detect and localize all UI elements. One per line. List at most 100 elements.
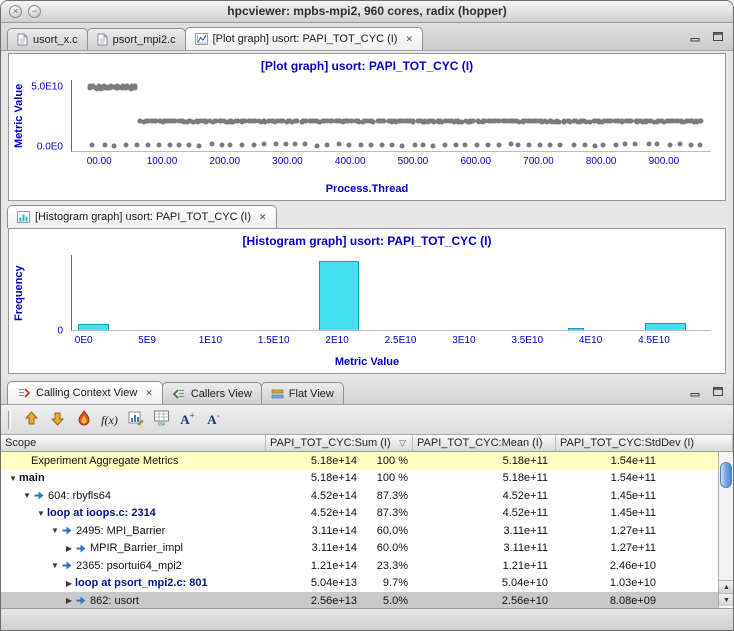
close-tab-button[interactable]: ✕ <box>145 388 153 399</box>
tab-psort-mpi2-c[interactable]: psort_mpi2.c <box>87 28 186 50</box>
scope-cell: ▼2365: psortui64_mpi2 <box>1 560 266 572</box>
column-header-papi-tot-cyc-stddev-i[interactable]: PAPI_TOT_CYC:StdDev (I) <box>556 435 733 451</box>
sum-percent: 100 % <box>365 455 413 467</box>
histogram-plot-area[interactable] <box>71 255 711 331</box>
tab-plot-graph-usort-papi-tot-cyc-i[interactable]: [Plot graph] usort: PAPI_TOT_CYC (I)✕ <box>185 27 423 50</box>
tree-row-main[interactable]: ▼main5.18e+14100 %5.18e+111.54e+11 <box>1 470 718 488</box>
scatter-point <box>443 143 448 148</box>
histogram-bar <box>319 261 360 330</box>
titlebar: × − hpcviewer: mpbs-mpi2, 960 cores, rad… <box>1 1 733 23</box>
scatter-point <box>274 142 279 147</box>
scope-label: 604: rbyfls64 <box>48 490 111 502</box>
zoom-out-button[interactable] <box>46 408 69 431</box>
tree-row-loop-at-ioops-c-2314[interactable]: ▼loop at ioops.c: 23144.52e+1487.3%4.52e… <box>1 505 718 523</box>
mean-value: 1.21e+11 <box>413 560 556 572</box>
tab-histogram-graph[interactable]: [Histogram graph] usort: PAPI_TOT_CYC (I… <box>7 205 277 228</box>
close-tab-button[interactable]: ✕ <box>405 34 413 45</box>
sum-value: 3.11e+14 <box>266 525 365 537</box>
disclosure-expanded-icon[interactable]: ▼ <box>7 474 19 483</box>
sum-value: 5.18e+14 <box>266 455 365 467</box>
tab-callers-view[interactable]: Callers View <box>162 382 262 404</box>
plot-x-ticks: 00.00100.00200.00300.00400.00500.00600.0… <box>71 155 711 168</box>
zoom-in-button[interactable] <box>20 408 43 431</box>
scroll-down-button[interactable]: ▼ <box>719 593 733 606</box>
scatter-plot-area[interactable] <box>71 80 711 152</box>
disclosure-expanded-icon[interactable]: ▼ <box>49 561 61 570</box>
table-header: ScopePAPI_TOT_CYC:Sum (I)▽PAPI_TOT_CYC:M… <box>1 435 733 452</box>
disclosure-collapsed-icon[interactable]: ▶ <box>63 544 75 553</box>
export-csv-button[interactable]: csv <box>150 408 173 431</box>
column-header-papi-tot-cyc-mean-i[interactable]: PAPI_TOT_CYC:Mean (I) <box>413 435 556 451</box>
decrease-font-button[interactable]: A- <box>202 408 225 431</box>
scatter-point <box>412 142 417 147</box>
scatter-point <box>176 143 181 148</box>
table-body: Experiment Aggregate Metrics5.18e+14100 … <box>1 452 718 608</box>
sum-cell: 1.21e+1423.3% <box>266 560 413 572</box>
scatter-point <box>368 142 373 147</box>
tab-usort-x-c[interactable]: usort_x.c <box>7 28 88 50</box>
maximize-view-area-button[interactable] <box>709 384 727 399</box>
sum-percent: 60.0% <box>365 525 413 537</box>
tree-row-2495-mpi-barrier[interactable]: ▼2495: MPI_Barrier3.11e+1460.0%3.11e+111… <box>1 522 718 540</box>
axis-tick-label: 5.0E10 <box>31 82 63 93</box>
axis-tick-label: 500.00 <box>398 156 429 167</box>
scatter-point <box>454 143 459 148</box>
fx-glyph: f(x) <box>101 413 118 427</box>
stddev-value: 1.45e+11 <box>556 507 718 519</box>
sum-percent: 5.0% <box>365 595 413 607</box>
scatter-point <box>613 143 618 148</box>
histogram-tab-bar: [Histogram graph] usort: PAPI_TOT_CYC (I… <box>1 204 733 228</box>
tree-row-2365-psortui64-mpi2[interactable]: ▼2365: psortui64_mpi21.21e+1423.3%1.21e+… <box>1 557 718 575</box>
tab-label: Callers View <box>191 388 252 400</box>
scatter-point <box>497 143 502 148</box>
status-bar <box>1 608 733 630</box>
hot-path-button[interactable] <box>72 408 95 431</box>
disclosure-collapsed-icon[interactable]: ▶ <box>63 579 75 588</box>
close-tab-button[interactable]: ✕ <box>259 212 267 223</box>
increase-font-button[interactable]: A+ <box>176 408 199 431</box>
disclosure-expanded-icon[interactable]: ▼ <box>35 509 47 518</box>
tree-row-mpir-barrier-impl[interactable]: ▶MPIR_Barrier_impl3.11e+1460.0%3.11e+111… <box>1 540 718 558</box>
scrollbar-thumb[interactable] <box>720 462 732 488</box>
tab-label: Calling Context View <box>36 387 137 399</box>
axis-tick-label: 700.00 <box>523 156 554 167</box>
minimize-editor-area-button[interactable] <box>686 29 704 44</box>
scatter-point <box>187 142 192 147</box>
scatter-point <box>90 142 95 147</box>
stddev-value: 1.03e+10 <box>556 577 718 589</box>
axis-tick-label: 2E10 <box>325 335 348 346</box>
disclosure-expanded-icon[interactable]: ▼ <box>21 491 33 500</box>
scatter-point <box>283 142 288 147</box>
histogram-x-axis-label: Metric Value <box>9 356 725 368</box>
scatter-point <box>515 143 520 148</box>
scatter-point <box>167 143 172 148</box>
stddev-value: 1.54e+11 <box>556 455 718 467</box>
scatter-point <box>399 143 404 148</box>
toolbar-drag-handle[interactable] <box>8 411 11 429</box>
plot-graph-icon <box>195 33 208 45</box>
tree-row-loop-at-psort-mpi2-c-801[interactable]: ▶loop at psort_mpi2.c: 8015.04e+139.7%5.… <box>1 575 718 593</box>
vertical-scrollbar[interactable]: ▲ ▼ <box>718 452 733 608</box>
tree-row-experiment-aggregate-metrics[interactable]: Experiment Aggregate Metrics5.18e+14100 … <box>1 452 718 470</box>
font-size-glyph: A+ <box>180 412 195 427</box>
stddev-value: 8.08e+09 <box>556 595 718 607</box>
tab-flat-view[interactable]: Flat View <box>261 382 344 404</box>
scatter-point <box>582 142 587 147</box>
axis-tick-label: 400.00 <box>335 156 366 167</box>
stddev-value: 1.54e+11 <box>556 472 718 484</box>
tree-row-862-usort[interactable]: ▶862: usort2.56e+135.0%2.56e+108.08e+09 <box>1 592 718 608</box>
tree-row-604-rbyfls64[interactable]: ▼604: rbyfls644.52e+1487.3%4.52e+111.45e… <box>1 487 718 505</box>
maximize-editor-area-button[interactable] <box>709 29 727 44</box>
graph-metrics-button[interactable] <box>124 408 147 431</box>
up-arrow-icon: ▲ <box>723 584 730 591</box>
disclosure-expanded-icon[interactable]: ▼ <box>49 526 61 535</box>
axis-tick-label: 00.00 <box>87 156 112 167</box>
scroll-up-button[interactable]: ▲ <box>719 580 733 593</box>
derived-metric-button[interactable]: f(x) <box>98 408 121 431</box>
disclosure-collapsed-icon[interactable]: ▶ <box>63 596 75 605</box>
sum-value: 4.52e+14 <box>266 507 365 519</box>
minimize-view-area-button[interactable] <box>686 384 704 399</box>
tab-calling-context-view[interactable]: Calling Context View ✕ <box>7 381 163 404</box>
column-header-scope[interactable]: Scope <box>1 435 266 451</box>
column-header-papi-tot-cyc-sum-i[interactable]: PAPI_TOT_CYC:Sum (I)▽ <box>266 435 413 451</box>
